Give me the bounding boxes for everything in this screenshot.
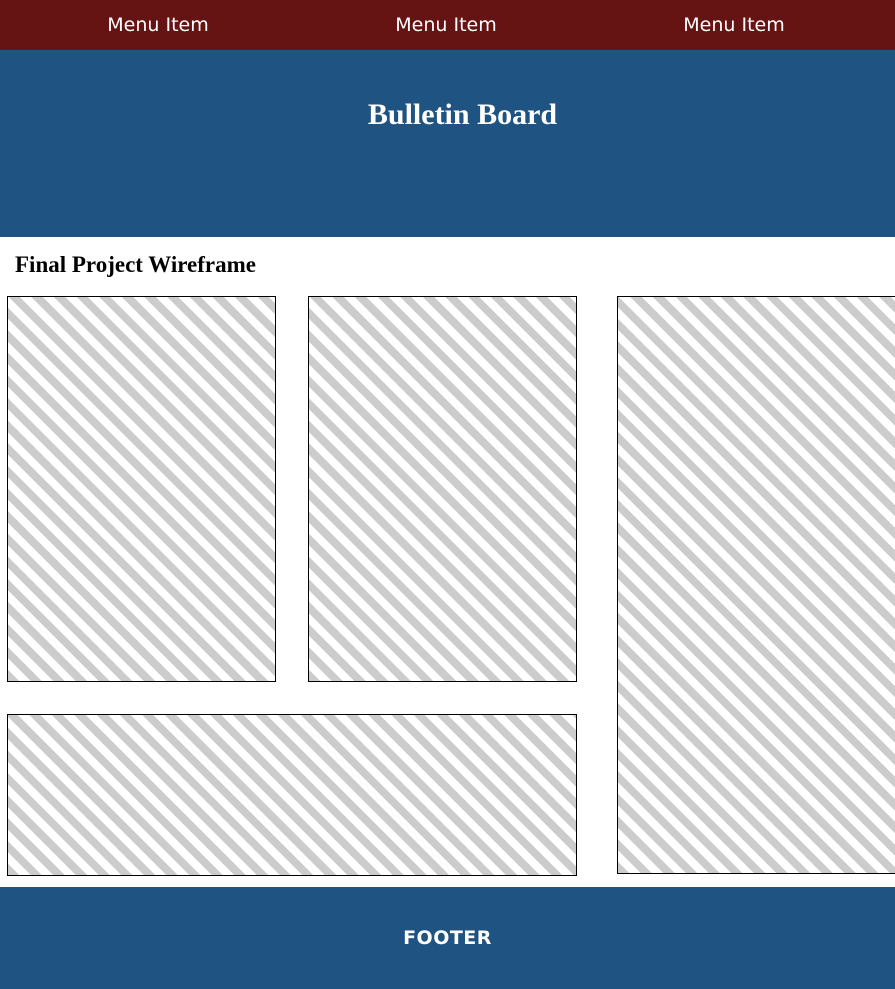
wireframe-placeholder-1 (7, 296, 276, 682)
nav-menu-item-1[interactable]: Menu Item (8, 0, 308, 50)
wireframe-placeholder-sidebar (617, 296, 895, 874)
top-nav: Menu Item Menu Item Menu Item (0, 0, 895, 50)
footer: FOOTER (0, 887, 895, 989)
wireframe-placeholder-2 (308, 296, 577, 682)
page-title: Final Project Wireframe (15, 252, 256, 277)
footer-label: FOOTER (403, 927, 492, 949)
nav-menu-item-3[interactable]: Menu Item (584, 0, 884, 50)
nav-menu-item-2[interactable]: Menu Item (296, 0, 596, 50)
site-title: Bulletin Board (367, 98, 558, 131)
header-banner: Bulletin Board (0, 50, 895, 237)
wireframe-placeholder-wide (7, 714, 577, 876)
